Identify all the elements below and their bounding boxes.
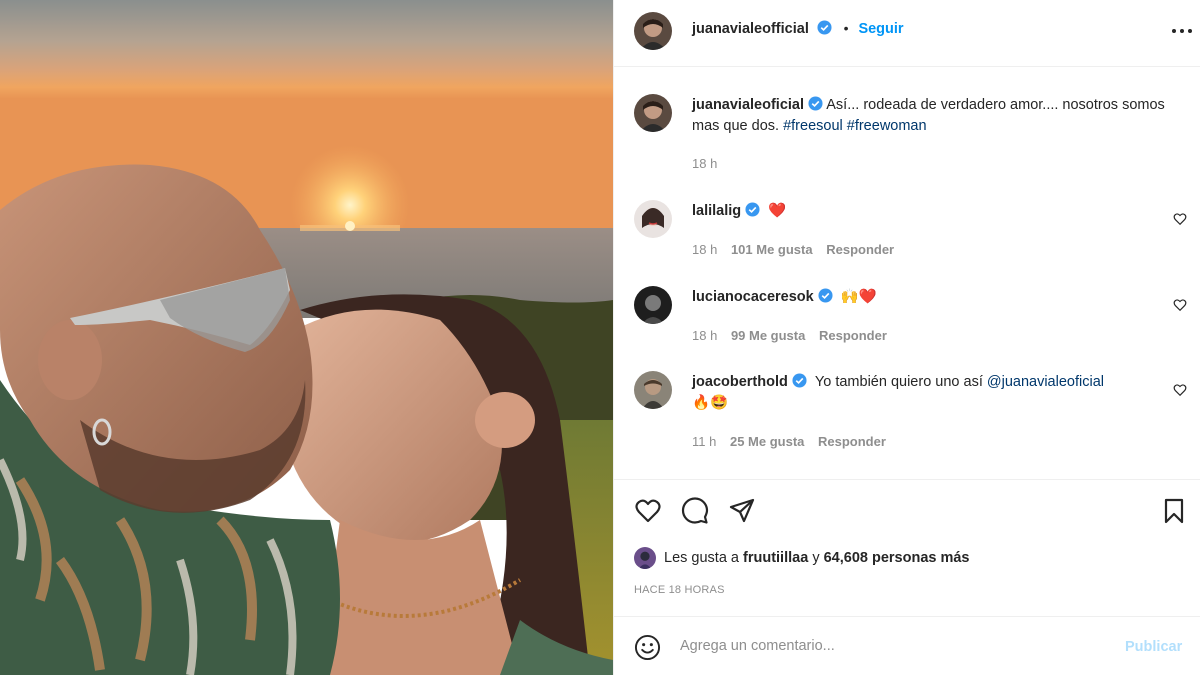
author-username[interactable]: juanavialeofficial <box>692 21 809 37</box>
comment-meta: 18 h 99 Me gusta Responder <box>692 328 897 343</box>
caption-time: 18 h <box>692 156 718 171</box>
comment-time: 18 h <box>692 328 718 343</box>
comment-text: lalilalig ❤️ <box>692 201 786 222</box>
reply-button[interactable]: Responder <box>818 434 886 449</box>
comment-body: Yo también quiero uno así <box>814 374 987 390</box>
liker-username[interactable]: fruutiillaa <box>743 550 808 566</box>
commenter-avatar[interactable] <box>634 200 672 238</box>
reply-button[interactable]: Responder <box>826 242 894 257</box>
verified-badge-icon <box>792 373 807 388</box>
verified-badge-icon <box>808 96 823 111</box>
commenter-avatar[interactable] <box>634 286 672 324</box>
comment-emoji: 🔥🤩 <box>692 395 729 411</box>
post-actions: Les gusta a fruutiillaa y 64,608 persona… <box>614 479 1200 636</box>
comment-username[interactable]: lucianocaceresok <box>692 289 814 305</box>
more-horizontal-icon[interactable] <box>1170 24 1194 38</box>
emoji-icon[interactable] <box>634 634 661 661</box>
like-comment-heart-icon[interactable] <box>1173 298 1187 312</box>
like-comment-heart-icon[interactable] <box>1173 383 1187 397</box>
comment-body: 🙌❤️ <box>840 289 877 305</box>
like-comment-heart-icon[interactable] <box>1173 212 1187 226</box>
post-photo[interactable] <box>0 0 613 675</box>
header-separator: • <box>843 20 849 36</box>
post-header: juanavialeofficial • Seguir <box>614 0 1200 67</box>
likes-middle: y <box>812 550 820 566</box>
post-timestamp[interactable]: HACE 18 HORAS <box>634 584 725 596</box>
verified-badge-icon <box>745 202 760 217</box>
post-side-panel: juanavialeofficial • Seguir juanavialeof… <box>613 0 1200 675</box>
comment-likes[interactable]: 99 Me gusta <box>731 328 805 343</box>
author-avatar[interactable] <box>634 12 672 50</box>
liker-avatar[interactable] <box>634 547 656 569</box>
comment-username[interactable]: joacoberthold <box>692 374 788 390</box>
caption-username[interactable]: juanavialeoficial <box>692 97 804 113</box>
caption-avatar[interactable] <box>634 94 672 132</box>
comment-likes[interactable]: 101 Me gusta <box>731 242 813 257</box>
comment-time: 18 h <box>692 242 718 257</box>
comment-meta: 11 h 25 Me gusta Responder <box>692 434 896 449</box>
comment-mention[interactable]: @juanavialeoficial <box>987 374 1104 390</box>
bookmark-icon[interactable] <box>1160 497 1188 525</box>
sunset-couple-photo <box>0 0 613 675</box>
comment-likes[interactable]: 25 Me gusta <box>730 434 804 449</box>
comment-item: joacoberthold Yo también quiero uno así … <box>614 366 1200 461</box>
comment-icon[interactable] <box>681 497 709 525</box>
comment-text: joacoberthold Yo también quiero uno así … <box>692 372 1162 414</box>
follow-button[interactable]: Seguir <box>858 21 903 37</box>
publish-button[interactable]: Publicar <box>1125 639 1182 655</box>
comment-username[interactable]: lalilalig <box>692 203 741 219</box>
share-icon[interactable] <box>728 497 756 525</box>
commenter-avatar[interactable] <box>634 371 672 409</box>
comment-input[interactable] <box>680 635 1100 657</box>
reply-button[interactable]: Responder <box>819 328 887 343</box>
comment-body: ❤️ <box>768 203 787 219</box>
likes-count[interactable]: 64,608 personas más <box>824 550 970 566</box>
comment-composer: Publicar <box>614 616 1200 675</box>
caption-meta: 18 h <box>692 156 727 171</box>
verified-badge-icon <box>818 288 833 303</box>
comment-time: 11 h <box>692 434 717 449</box>
comment-text: lucianocaceresok 🙌❤️ <box>692 287 877 308</box>
caption-text: juanavialeoficial Así... rodeada de verd… <box>692 95 1182 137</box>
comment-meta: 18 h 101 Me gusta Responder <box>692 242 904 257</box>
caption-row: juanavialeoficial Así... rodeada de verd… <box>614 67 1200 187</box>
likes-prefix: Les gusta a <box>664 550 739 566</box>
comment-item: lalilalig ❤️ 18 h 101 Me gusta Responder <box>614 195 1200 270</box>
hashtag-freesoul[interactable]: #freesoul <box>783 118 843 134</box>
instagram-post-view: juanavialeofficial • Seguir juanavialeof… <box>0 0 1200 675</box>
hashtag-freewoman[interactable]: #freewoman <box>847 118 927 134</box>
heart-icon[interactable] <box>634 497 662 525</box>
likes-summary: Les gusta a fruutiillaa y 64,608 persona… <box>634 547 970 569</box>
comment-item: lucianocaceresok 🙌❤️ 18 h 99 Me gusta Re… <box>614 281 1200 356</box>
verified-badge-icon <box>817 20 832 35</box>
